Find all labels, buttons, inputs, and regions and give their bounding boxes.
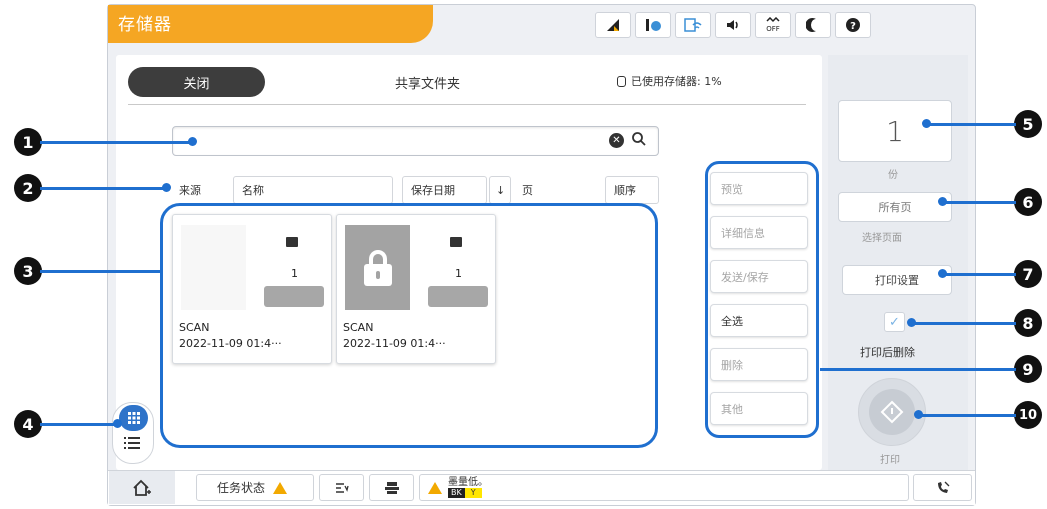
callout-8: 8 [1014,309,1042,337]
storage-usage: 已使用存储器: 1% [617,73,722,89]
callout-line-3 [40,270,162,273]
callout-dot-8 [907,318,916,327]
status-bar: OFF ? [595,12,871,38]
storage-icon [617,75,626,87]
copies-input[interactable]: 1 [838,100,952,162]
search-icon[interactable] [631,131,647,151]
printer-status-icon[interactable] [369,474,414,501]
sort-arrow-icon: ↓ [496,183,506,197]
print-label: 打印 [880,455,900,466]
callout-dot-7 [938,269,947,278]
column-pages: 页 [522,184,533,197]
callout-5: 5 [1014,110,1042,138]
callout-9: 9 [1014,355,1042,383]
home-icon[interactable] [109,471,175,504]
divider [128,104,806,105]
list-view-icon[interactable] [124,436,140,454]
callout-line-7 [944,273,1016,276]
ink-icon[interactable] [635,12,671,38]
sleep-icon[interactable] [795,12,831,38]
page-range-caption: 选择页面 [862,233,902,244]
ink-status: 墨量低。 BK Y [448,477,488,498]
job-status-button[interactable]: 任务状态 [196,474,314,501]
ink-yellow-level: Y [464,488,482,498]
callout-3: 3 [14,257,42,285]
ink-low-text: 墨量低。 [448,477,488,488]
callout-dot-10 [914,410,923,419]
callout-line-5 [928,123,1016,126]
callout-6: 6 [1014,188,1042,216]
callout-line-4 [40,423,118,426]
ink-status-button[interactable]: 墨量低。 BK Y [419,474,909,501]
callout-10: 10 [1014,401,1042,429]
callout-dot-2 [162,183,171,192]
callout-dot-6 [938,197,947,206]
callout-4: 4 [14,410,42,438]
wifi-icon[interactable] [675,12,711,38]
callout-line-9 [820,368,1016,371]
help-icon[interactable]: ? [835,12,871,38]
fax-icon[interactable] [913,474,972,501]
storage-usage-text: 已使用存储器: 1% [631,75,722,88]
page-range-button[interactable]: 所有页 [838,192,952,222]
job-status-label: 任务状态 [217,481,266,495]
column-source: 来源 [179,184,201,197]
callout-line-1 [40,141,192,144]
delete-after-print-checkbox[interactable]: ✓ [884,312,905,332]
search-input[interactable] [172,126,659,156]
sort-by-date-button[interactable]: 保存日期 [402,176,487,204]
sort-direction-button[interactable]: ↓ [489,176,511,204]
delete-after-print-label: 打印后删除 [860,346,915,359]
page-title: 共享文件夹 [395,77,461,92]
warning-icon [273,481,288,494]
callout-1: 1 [14,128,42,156]
wifi-direct-off-icon[interactable]: OFF [755,12,791,38]
callout-dot-5 [922,119,931,128]
file-area-highlight [160,203,658,448]
paper-icon[interactable] [595,12,631,38]
svg-text:?: ? [850,21,856,32]
callout-line-6 [944,201,1016,204]
ink-warning-icon [428,481,442,494]
callout-dot-4 [113,419,122,428]
wifi-direct-off-label: OFF [766,25,780,33]
print-settings-button[interactable]: 打印设置 [842,265,952,295]
column-name-label: 名称 [242,184,264,197]
window-title: 存储器 [118,15,172,35]
column-date-label: 保存日期 [411,184,455,197]
close-button[interactable]: 关闭 [128,67,265,97]
callout-dot-1 [188,137,197,146]
grid-view-icon[interactable] [119,405,148,431]
copies-label: 份 [888,170,898,181]
sort-by-name-button[interactable]: 名称 [233,176,393,204]
action-buttons-highlight [705,161,819,438]
callout-7: 7 [1014,260,1042,288]
callout-line-2 [40,187,166,190]
start-icon [869,389,915,435]
callout-line-10 [920,414,1016,417]
sort-order-button[interactable]: 顺序 [605,176,659,204]
callout-2: 2 [14,174,42,202]
volume-icon[interactable] [715,12,751,38]
job-queue-icon[interactable] [319,474,364,501]
column-order-label: 顺序 [614,184,636,197]
callout-line-8 [912,322,1016,325]
clear-icon[interactable]: ✕ [609,133,624,148]
ink-black-level: BK [448,488,465,498]
